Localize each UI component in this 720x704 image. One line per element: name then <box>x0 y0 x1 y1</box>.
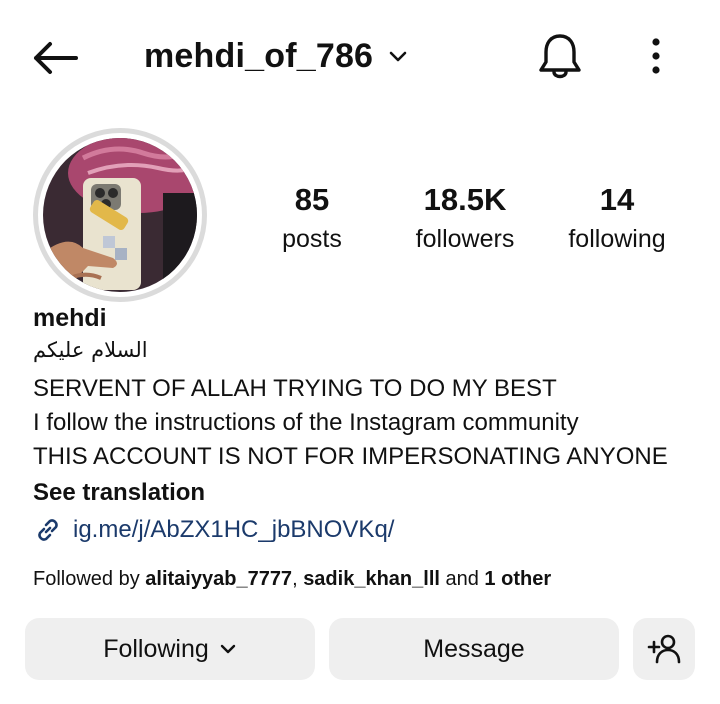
bio-arabic-greeting: السلام علیکم <box>33 338 148 362</box>
following-count[interactable]: 14 following <box>552 180 682 258</box>
back-button[interactable] <box>28 34 84 82</box>
mutual-followers-others[interactable]: 1 other <box>484 568 551 590</box>
add-person-icon <box>647 634 681 664</box>
account-switcher[interactable]: mehdi_of_786 <box>144 30 409 82</box>
followers-value: 18.5K <box>423 182 507 217</box>
following-value: 14 <box>599 182 635 217</box>
following-button[interactable]: Following <box>25 618 315 680</box>
bio-link[interactable]: ig.me/j/AbZX1HC_jbBNOVKq/ <box>33 512 394 548</box>
message-button-label: Message <box>423 634 525 663</box>
back-arrow-icon <box>34 42 78 74</box>
bio-link-text: ig.me/j/AbZX1HC_jbBNOVKq/ <box>73 516 395 543</box>
link-icon <box>38 519 58 541</box>
chevron-down-icon <box>220 644 235 654</box>
posts-value: 85 <box>294 182 330 217</box>
see-translation-link[interactable]: See translation <box>33 479 205 507</box>
avatar-image <box>43 138 197 292</box>
bell-icon <box>539 34 581 79</box>
followed-by-text[interactable]: Followed by alitaiyyab_7777, sadik_khan_… <box>33 568 551 591</box>
profile-avatar[interactable] <box>33 128 207 302</box>
followed-by-prefix: Followed by <box>33 568 146 590</box>
more-vertical-icon <box>652 38 660 74</box>
followed-by-separator: , <box>292 568 304 590</box>
followers-label: followers <box>415 225 515 253</box>
top-bar: mehdi_of_786 <box>0 0 720 112</box>
posts-count[interactable]: 85 posts <box>262 180 362 258</box>
message-button[interactable]: Message <box>329 618 619 680</box>
followed-by-and: and <box>439 568 485 590</box>
posts-label: posts <box>282 225 342 253</box>
bio-line-3: THIS ACCOUNT IS NOT FOR IMPERSONATING AN… <box>33 443 668 470</box>
bio-line-2: I follow the instructions of the Instagr… <box>33 409 579 436</box>
following-label: following <box>568 225 666 253</box>
chevron-down-icon <box>389 51 407 62</box>
notifications-button[interactable] <box>536 30 584 82</box>
suggested-people-button[interactable] <box>633 618 695 680</box>
followers-count[interactable]: 18.5K followers <box>400 180 530 258</box>
more-options-button[interactable] <box>640 34 672 80</box>
mutual-follower-2[interactable]: sadik_khan_lll <box>303 568 440 590</box>
mutual-follower-1[interactable]: alitaiyyab_7777 <box>145 568 292 590</box>
display-name: mehdi <box>33 304 107 332</box>
username-title: mehdi_of_786 <box>144 36 374 75</box>
following-button-label: Following <box>103 634 209 663</box>
bio-line-1: SERVENT OF ALLAH TRYING TO DO MY BEST <box>33 375 557 402</box>
